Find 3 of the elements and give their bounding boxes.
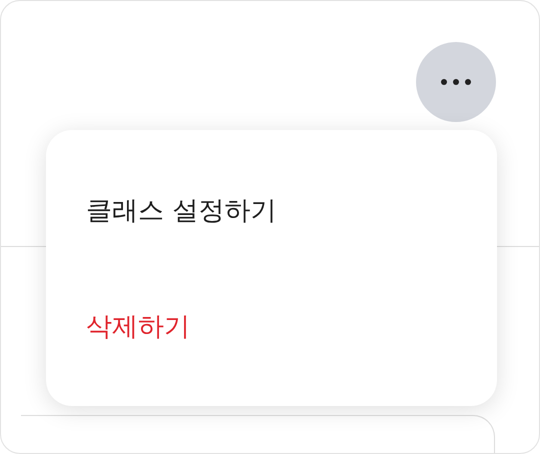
menu-item[interactable]: 클래스 설정하기 (86, 192, 276, 228)
menu-item[interactable]: 삭제하기 (86, 308, 190, 344)
more-icon (441, 79, 471, 85)
